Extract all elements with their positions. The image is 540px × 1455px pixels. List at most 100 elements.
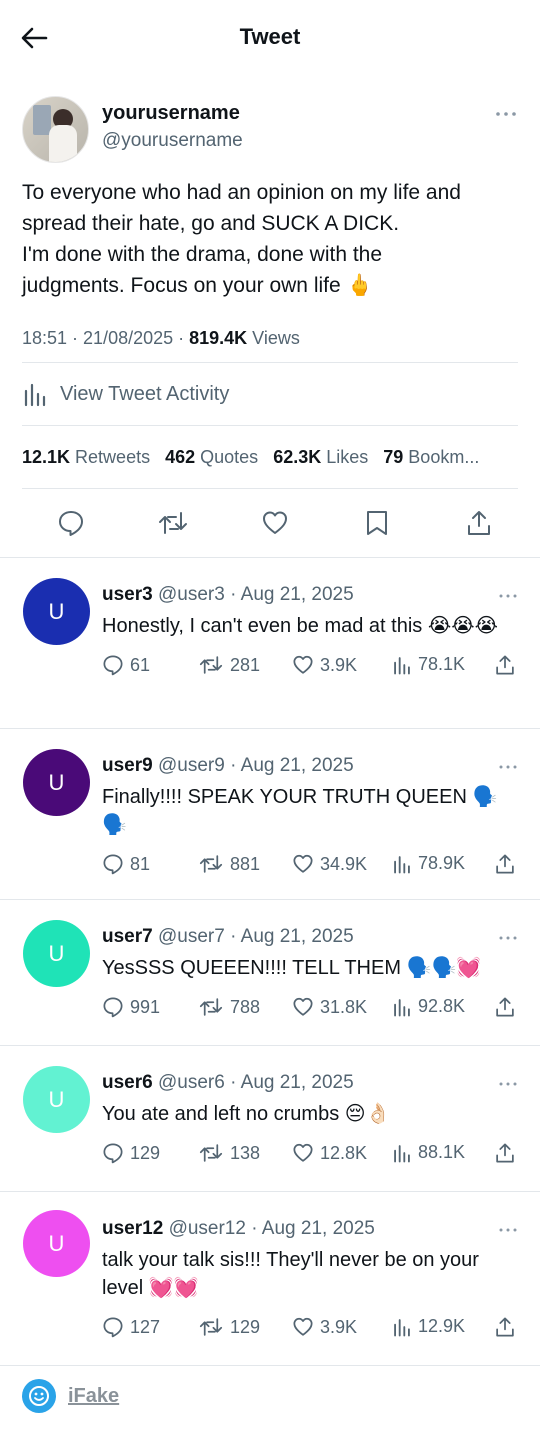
reply-actions: 991 788 31.8K 92.8K [102, 982, 540, 1038]
like-button[interactable]: 3.9K [292, 1316, 357, 1338]
reply-count: 81 [130, 853, 151, 874]
reply-username[interactable]: user7 [102, 926, 153, 947]
reply-handle[interactable]: @user3 [158, 584, 225, 605]
stat-label: Retweets [70, 446, 151, 467]
views-button[interactable]: 78.9K [392, 853, 465, 874]
reply-icon [103, 854, 123, 875]
reply-username[interactable]: user3 [102, 584, 153, 605]
reply-username[interactable]: user12 [102, 1218, 163, 1239]
reply-item[interactable]: Uuser9 @user9 · Aug 21, 2025 Finally!!!! … [0, 729, 540, 900]
tweet-text-line: spread their hate, go and SUCK A DICK. [22, 212, 400, 235]
reply-list: Uuser3 @user3 · Aug 21, 2025 Honestly, I … [0, 558, 540, 1366]
like-button[interactable]: 34.9K [292, 853, 367, 875]
views-button[interactable]: 92.8K [392, 996, 465, 1017]
views-button[interactable]: 78.1K [392, 654, 465, 675]
avatar[interactable]: U [23, 749, 90, 816]
reply-username[interactable]: user6 [102, 1072, 153, 1093]
retweet-button[interactable] [157, 507, 189, 539]
reply-button[interactable]: 991 [102, 996, 160, 1018]
more-options-icon[interactable] [498, 763, 518, 771]
reply-item[interactable]: Uuser6 @user6 · Aug 21, 2025 You ate and … [0, 1046, 540, 1192]
retweets-stat[interactable]: 12.1K Retweets [22, 447, 150, 468]
like-button[interactable]: 3.9K [292, 654, 357, 676]
retweet-button[interactable]: 788 [198, 996, 260, 1018]
retweet-count: 281 [230, 654, 261, 675]
share-button[interactable] [494, 1316, 516, 1338]
heart-icon [263, 511, 287, 534]
likes-stat[interactable]: 62.3K Likes [273, 447, 368, 468]
avatar[interactable] [22, 96, 89, 163]
more-options-icon[interactable] [498, 592, 518, 600]
more-options-icon[interactable] [498, 1226, 518, 1234]
bookmark-icon [367, 511, 387, 535]
more-options-icon[interactable] [498, 1080, 518, 1088]
avatar[interactable]: U [23, 920, 90, 987]
view-activity-button[interactable]: View Tweet Activity [0, 363, 540, 425]
share-button[interactable] [494, 654, 516, 676]
like-button[interactable] [259, 507, 291, 539]
analytics-icon [24, 383, 46, 407]
stat-count: 462 [165, 446, 196, 467]
author-handle[interactable]: @yourusername [102, 130, 243, 152]
like-button[interactable]: 31.8K [292, 996, 367, 1018]
reply-header: user9 @user9 · Aug 21, 2025 [102, 729, 540, 777]
share-button[interactable] [463, 507, 495, 539]
reply-handle[interactable]: @user12 [169, 1218, 246, 1239]
like-button[interactable]: 12.8K [292, 1142, 367, 1164]
reply-handle[interactable]: @user6 [158, 1072, 225, 1093]
reply-button[interactable] [55, 507, 87, 539]
reply-button[interactable]: 61 [102, 654, 150, 676]
like-count: 3.9K [320, 654, 358, 675]
reply-item[interactable]: Uuser7 @user7 · Aug 21, 2025 YesSSS QUEEE… [0, 900, 540, 1046]
avatar[interactable]: U [23, 1066, 90, 1133]
reply-icon [103, 1143, 123, 1164]
views-count: 92.8K [418, 996, 466, 1016]
views-label: Views [247, 328, 300, 348]
retweet-button[interactable]: 281 [198, 654, 260, 676]
heart-icon [293, 1317, 313, 1336]
views-count: 12.9K [418, 1316, 466, 1336]
avatar[interactable]: U [23, 578, 90, 645]
share-button[interactable] [494, 996, 516, 1018]
reply-actions: 127 129 3.9K 12.9K [102, 1302, 540, 1358]
quotes-stat[interactable]: 462 Quotes [165, 447, 258, 468]
tweet-meta: 18:51 · 21/08/2025 · 819.4K Views [22, 328, 518, 362]
more-options-icon[interactable] [494, 108, 518, 120]
reply-handle[interactable]: @user7 [158, 926, 225, 947]
reply-item[interactable]: Uuser12 @user12 · Aug 21, 2025 talk your … [0, 1192, 540, 1366]
footer: iFake [0, 1366, 540, 1426]
bookmarks-stat[interactable]: 79 Bookm... [383, 447, 479, 468]
reply-button[interactable]: 81 [102, 853, 150, 875]
author-name[interactable]: yourusername [102, 102, 240, 125]
reply-button[interactable]: 129 [102, 1142, 160, 1164]
share-button[interactable] [494, 1142, 516, 1164]
retweet-button[interactable]: 881 [198, 853, 260, 875]
reply-item[interactable]: Uuser3 @user3 · Aug 21, 2025 Honestly, I … [0, 558, 540, 729]
views-button[interactable]: 88.1K [392, 1142, 465, 1163]
reply-username[interactable]: user9 [102, 755, 153, 776]
share-icon [496, 1143, 514, 1163]
views-count: 88.1K [418, 1142, 466, 1162]
views-button[interactable]: 12.9K [392, 1316, 465, 1337]
share-button[interactable] [494, 853, 516, 875]
reply-handle[interactable]: @user9 [158, 755, 225, 776]
reply-header: user6 @user6 · Aug 21, 2025 [102, 1046, 540, 1094]
reply-actions: 61 281 3.9K 78.1K [102, 640, 540, 696]
reply-icon [103, 655, 123, 676]
retweet-button[interactable]: 129 [198, 1316, 260, 1338]
retweet-button[interactable]: 138 [198, 1142, 260, 1164]
like-count: 34.9K [320, 853, 368, 874]
views-count: 819.4K [189, 328, 248, 348]
reply-date: · Aug 21, 2025 [245, 1218, 375, 1239]
reply-button[interactable]: 127 [102, 1316, 160, 1338]
reply-date: · Aug 21, 2025 [224, 1072, 354, 1093]
views-count: 78.1K [418, 654, 466, 674]
more-options-icon[interactable] [498, 934, 518, 942]
bookmark-button[interactable] [361, 507, 393, 539]
avatar[interactable]: U [23, 1210, 90, 1277]
ifake-link[interactable]: iFake [68, 1385, 119, 1408]
share-icon [496, 655, 514, 675]
author-row: yourusername @yourusername [22, 96, 518, 176]
like-count: 3.9K [320, 1316, 358, 1337]
reply-text: YesSSS QUEEEN!!!! TELL THEM 🗣️🗣️💓 [102, 957, 482, 979]
